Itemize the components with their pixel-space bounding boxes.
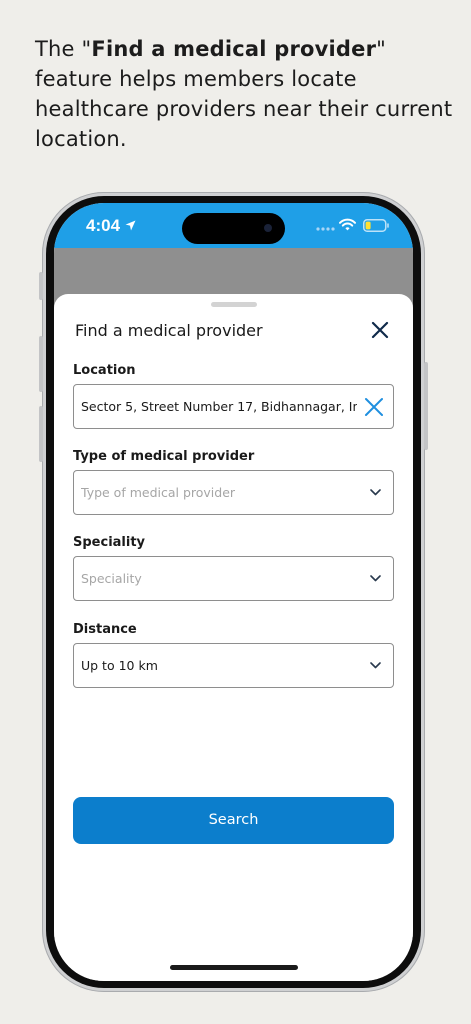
provider-type-select[interactable]: Type of medical provider — [73, 470, 394, 515]
location-arrow-icon — [125, 220, 136, 231]
provider-type-label: Type of medical provider — [73, 449, 255, 464]
phone-action-button — [39, 272, 43, 300]
location-input-value: Sector 5, Street Number 17, Bidhannagar,… — [81, 399, 357, 414]
close-icon[interactable] — [369, 319, 391, 341]
status-time: 4:04 — [86, 216, 121, 235]
sheet-title: Find a medical provider — [75, 321, 263, 340]
speciality-placeholder: Speciality — [81, 571, 142, 586]
home-indicator[interactable] — [170, 965, 298, 970]
distance-label: Distance — [73, 622, 137, 637]
search-button[interactable]: Search — [73, 797, 394, 844]
phone-volume-down-button — [39, 406, 43, 462]
find-provider-sheet: Find a medical provider Location Sector … — [54, 294, 413, 981]
clear-icon[interactable] — [363, 396, 385, 418]
chevron-down-icon — [370, 489, 381, 496]
caption-prefix: The " — [35, 37, 92, 61]
location-label: Location — [73, 363, 136, 378]
front-camera — [264, 224, 272, 232]
phone-screen: 4:04 Find a medical provider Location Se… — [54, 203, 413, 981]
speciality-label: Speciality — [73, 535, 146, 550]
chevron-down-icon — [370, 575, 381, 582]
distance-value: Up to 10 km — [81, 658, 158, 673]
provider-type-placeholder: Type of medical provider — [81, 485, 236, 500]
battery-low-icon — [363, 219, 389, 232]
phone-power-button — [424, 362, 428, 450]
phone-volume-up-button — [39, 336, 43, 392]
chevron-down-icon — [370, 662, 381, 669]
wifi-icon — [339, 218, 356, 231]
feature-caption: The "Find a medical provider" feature he… — [35, 34, 455, 154]
distance-select[interactable]: Up to 10 km — [73, 643, 394, 688]
status-bar: 4:04 — [54, 203, 413, 248]
speciality-select[interactable]: Speciality — [73, 556, 394, 601]
location-input[interactable]: Sector 5, Street Number 17, Bidhannagar,… — [73, 384, 394, 429]
sheet-grabber[interactable] — [211, 302, 257, 307]
caption-feature-name: Find a medical provider — [91, 37, 377, 61]
cellular-signal-icon — [316, 227, 335, 231]
